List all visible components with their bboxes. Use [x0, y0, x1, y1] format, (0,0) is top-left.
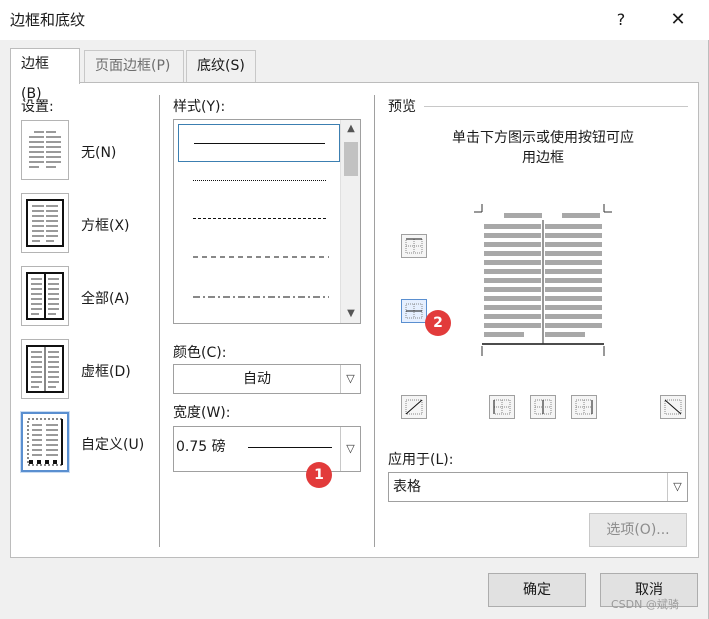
ok-button[interactable]: 确定	[488, 573, 586, 607]
width-dropdown[interactable]: 0.75 磅 ▽	[173, 426, 361, 472]
setting-custom-icon[interactable]	[20, 411, 70, 473]
divider	[159, 95, 160, 547]
setting-grid-label[interactable]: 虚框(D)	[81, 361, 131, 381]
diagonal-down-border-icon[interactable]	[660, 395, 686, 419]
apply-to-value: 表格	[393, 479, 421, 495]
color-value: 自动	[243, 371, 271, 387]
inside-vertical-border-icon[interactable]	[530, 395, 556, 419]
apply-to-label: 应用于(L):	[388, 452, 454, 468]
setting-grid-icon[interactable]	[21, 339, 69, 399]
style-option-dash-small[interactable]	[178, 200, 340, 238]
divider	[374, 95, 375, 547]
width-line-sample	[248, 447, 332, 448]
setting-box-icon[interactable]	[21, 193, 69, 253]
chevron-down-icon[interactable]: ▽	[667, 473, 687, 501]
annotation-badge-1: 1	[306, 462, 332, 488]
diagonal-up-border-icon[interactable]	[401, 395, 427, 419]
annotation-badge-2: 2	[425, 310, 451, 336]
scroll-thumb[interactable]	[344, 142, 358, 176]
options-button[interactable]: 选项(O)...	[589, 513, 687, 547]
dialog-title: 边框和底纹	[10, 11, 86, 29]
preview-diagram[interactable]	[472, 196, 618, 360]
scroll-down-icon[interactable]: ▼	[341, 305, 360, 323]
preview-instruction-1: 单击下方图示或使用按钮可应	[452, 130, 634, 146]
width-label: 宽度(W):	[173, 405, 231, 421]
tab-page-borders[interactable]: 页面边框(P)	[84, 50, 184, 82]
style-scrollbar[interactable]: ▲ ▼	[340, 120, 360, 323]
tab-borders[interactable]: 边框(B)	[10, 48, 80, 102]
chevron-down-icon[interactable]: ▽	[340, 365, 360, 393]
style-option-dash-dot[interactable]	[178, 282, 340, 320]
style-heading: 样式(Y):	[173, 99, 226, 115]
apply-to-dropdown[interactable]: 表格 ▽	[388, 472, 688, 502]
chevron-down-icon[interactable]: ▽	[340, 427, 360, 471]
inside-horizontal-border-icon[interactable]	[401, 299, 427, 323]
right-border-icon[interactable]	[571, 395, 597, 419]
borders-shading-dialog: 边框和底纹 ? ✕ 边框(B) 页面边框(P) 底纹(S) 设置: 无(N)	[0, 0, 709, 619]
preview-instruction-2: 用边框	[522, 150, 564, 166]
watermark: CSDN @斌骑	[611, 598, 679, 611]
preview-heading: 预览	[388, 99, 416, 115]
help-button[interactable]: ?	[604, 6, 638, 34]
title-bar: 边框和底纹 ? ✕	[0, 0, 709, 40]
style-option-dashed[interactable]	[178, 242, 340, 280]
setting-none-label[interactable]: 无(N)	[81, 142, 116, 162]
setting-box-label[interactable]: 方框(X)	[81, 215, 130, 235]
style-option-dotted[interactable]	[178, 162, 340, 200]
close-button[interactable]: ✕	[658, 6, 698, 34]
left-border-icon[interactable]	[489, 395, 515, 419]
scroll-up-icon[interactable]: ▲	[341, 120, 360, 138]
setting-custom-label[interactable]: 自定义(U)	[81, 434, 144, 454]
setting-all-label[interactable]: 全部(A)	[81, 288, 130, 308]
top-border-icon[interactable]	[401, 234, 427, 258]
setting-all-icon[interactable]	[21, 266, 69, 326]
width-value: 0.75 磅	[176, 439, 226, 455]
setting-none-icon[interactable]	[21, 120, 69, 180]
preview-heading-rule	[424, 106, 688, 107]
color-label: 颜色(C):	[173, 345, 227, 361]
color-dropdown[interactable]: 自动 ▽	[173, 364, 361, 394]
style-listbox[interactable]: ▲ ▼	[173, 119, 361, 324]
style-option-solid[interactable]	[178, 124, 340, 162]
tab-shading[interactable]: 底纹(S)	[186, 50, 256, 82]
